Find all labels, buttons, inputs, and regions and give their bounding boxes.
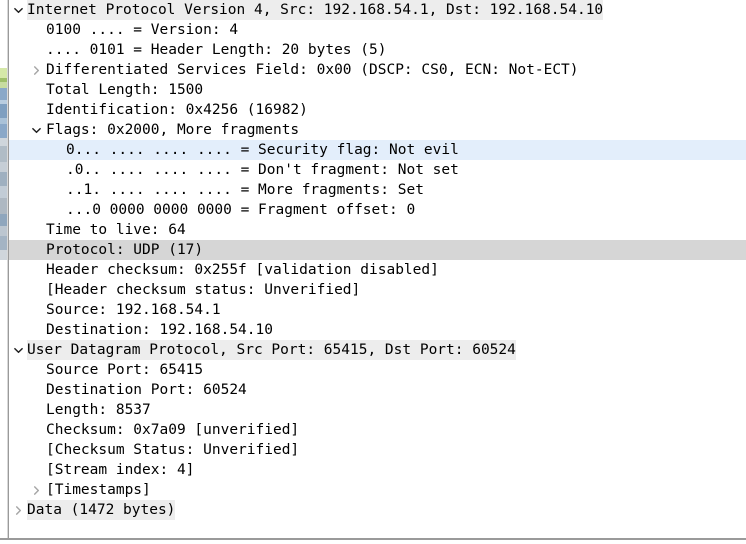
protocol-tree[interactable]: Internet Protocol Version 4, Src: 192.16…: [9, 0, 746, 534]
tree-row-udp-stream-index[interactable]: [Stream index: 4]: [9, 460, 746, 480]
tree-row-label: Destination Port: 60524: [46, 382, 247, 398]
packet-list-color-band: [0, 162, 7, 172]
tree-row-label: Checksum: 0x7a09 [unverified]: [46, 422, 300, 438]
tree-row-label: Source Port: 65415: [46, 362, 204, 378]
pane-bottom-divider: [0, 538, 746, 544]
tree-row-label: [Stream index: 4]: [46, 462, 195, 478]
tree-row-ip-flags[interactable]: Flags: 0x2000, More fragments: [9, 120, 746, 140]
tree-row-ip-flag-security[interactable]: 0... .... .... .... = Security flag: Not…: [9, 140, 746, 160]
packet-list-color-band: [0, 260, 7, 544]
tree-row-ip-identification[interactable]: Identification: 0x4256 (16982): [9, 100, 746, 120]
tree-row-label: .0.. .... .... .... = Don't fragment: No…: [66, 162, 459, 178]
tree-row-ip-header-checksum-status[interactable]: [Header checksum status: Unverified]: [9, 280, 746, 300]
tree-row-label: Data (1472 bytes): [27, 500, 176, 520]
tree-row-udp-root[interactable]: User Datagram Protocol, Src Port: 65415,…: [9, 340, 746, 360]
tree-row-label: Differentiated Services Field: 0x00 (DSC…: [46, 62, 579, 78]
tree-row-label: Total Length: 1500: [46, 82, 204, 98]
tree-row-ip-version[interactable]: 0100 .... = Version: 4: [9, 20, 746, 40]
tree-row-ip-header-checksum[interactable]: Header checksum: 0x255f [validation disa…: [9, 260, 746, 280]
tree-row-label: ..1. .... .... .... = More fragments: Se…: [66, 182, 424, 198]
tree-row-label: 0100 .... = Version: 4: [46, 22, 239, 38]
tree-row-label: [Checksum Status: Unverified]: [46, 442, 300, 458]
chevron-right-icon[interactable]: [29, 60, 43, 80]
tree-row-label: .... 0101 = Header Length: 20 bytes (5): [46, 42, 387, 58]
tree-row-ip-dsfield[interactable]: Differentiated Services Field: 0x00 (DSC…: [9, 60, 746, 80]
packet-list-color-band: [0, 186, 7, 198]
tree-row-udp-destination-port[interactable]: Destination Port: 60524: [9, 380, 746, 400]
tree-row-label: Protocol: UDP (17): [46, 242, 204, 258]
tree-row-label: [Header checksum status: Unverified]: [46, 282, 361, 298]
tree-row-ip-ttl[interactable]: Time to live: 64: [9, 220, 746, 240]
packet-list-color-band: [0, 138, 7, 146]
tree-row-udp-checksum[interactable]: Checksum: 0x7a09 [unverified]: [9, 420, 746, 440]
tree-row-ipv4-root[interactable]: Internet Protocol Version 4, Src: 192.16…: [9, 0, 746, 20]
tree-row-ip-flag-dont-fragment[interactable]: .0.. .... .... .... = Don't fragment: No…: [9, 160, 746, 180]
packet-list-color-band: [0, 236, 7, 250]
tree-row-ip-protocol[interactable]: Protocol: UDP (17): [9, 240, 746, 260]
tree-row-label: Source: 192.168.54.1: [46, 302, 221, 318]
packet-list-color-band: [0, 214, 7, 226]
packet-list-pane-sliver: [0, 0, 7, 544]
tree-row-udp-checksum-status[interactable]: [Checksum Status: Unverified]: [9, 440, 746, 460]
packet-list-color-band: [0, 250, 7, 260]
tree-row-ip-fragment-offset[interactable]: ...0 0000 0000 0000 = Fragment offset: 0: [9, 200, 746, 220]
tree-row-label: Identification: 0x4256 (16982): [46, 102, 308, 118]
chevron-down-icon[interactable]: [11, 0, 25, 20]
tree-row-label: Time to live: 64: [46, 222, 186, 238]
chevron-down-icon[interactable]: [11, 340, 25, 360]
chevron-right-icon[interactable]: [29, 480, 43, 500]
tree-row-udp-length[interactable]: Length: 8537: [9, 400, 746, 420]
tree-row-label: Flags: 0x2000, More fragments: [46, 122, 300, 138]
tree-row-label: [Timestamps]: [46, 482, 151, 498]
tree-row-ip-source[interactable]: Source: 192.168.54.1: [9, 300, 746, 320]
packet-list-color-band: [0, 198, 7, 214]
packet-list-color-band: [0, 68, 7, 78]
tree-row-udp-source-port[interactable]: Source Port: 65415: [9, 360, 746, 380]
packet-details-pane: Internet Protocol Version 4, Src: 192.16…: [0, 0, 746, 544]
tree-row-ip-destination[interactable]: Destination: 192.168.54.10: [9, 320, 746, 340]
tree-row-ip-header-length[interactable]: .... 0101 = Header Length: 20 bytes (5): [9, 40, 746, 60]
tree-row-label: Length: 8537: [46, 402, 151, 418]
tree-row-label: Internet Protocol Version 4, Src: 192.16…: [27, 0, 604, 20]
packet-list-color-band: [0, 104, 7, 118]
tree-row-label: Destination: 192.168.54.10: [46, 322, 273, 338]
tree-row-label: 0... .... .... .... = Security flag: Not…: [66, 142, 459, 158]
packet-list-color-band: [0, 146, 7, 162]
tree-row-ip-total-length[interactable]: Total Length: 1500: [9, 80, 746, 100]
tree-row-udp-timestamps[interactable]: [Timestamps]: [9, 480, 746, 500]
tree-row-label: ...0 0000 0000 0000 = Fragment offset: 0: [66, 202, 416, 218]
tree-row-label: User Datagram Protocol, Src Port: 65415,…: [27, 340, 516, 360]
chevron-down-icon[interactable]: [29, 120, 43, 140]
chevron-right-icon[interactable]: [11, 500, 25, 520]
tree-row-ip-flag-more-fragments[interactable]: ..1. .... .... .... = More fragments: Se…: [9, 180, 746, 200]
tree-row-label: Header checksum: 0x255f [validation disa…: [46, 262, 439, 278]
packet-list-color-band: [0, 0, 7, 68]
packet-list-color-band: [0, 172, 7, 186]
packet-list-color-band: [0, 124, 7, 138]
tree-row-data-root[interactable]: Data (1472 bytes): [9, 500, 746, 520]
packet-list-color-band: [0, 226, 7, 236]
packet-list-color-band: [0, 88, 7, 100]
